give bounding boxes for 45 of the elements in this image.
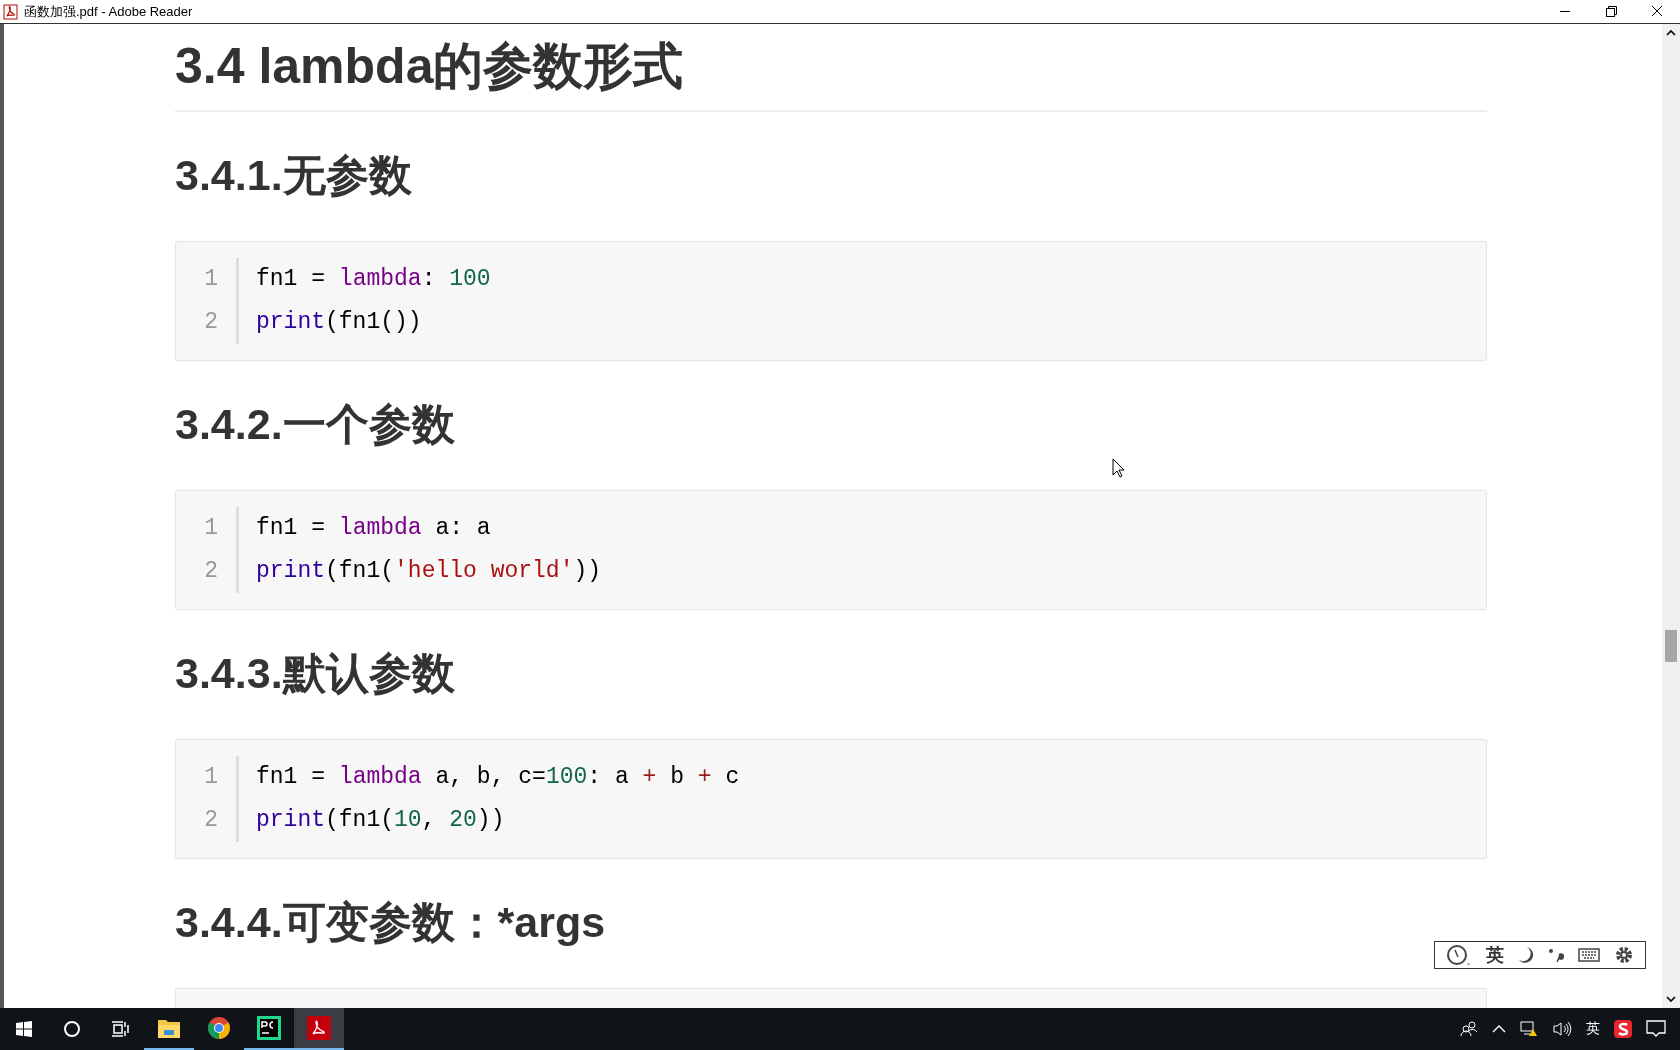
moon-icon[interactable] (1518, 946, 1534, 964)
network-warning-icon[interactable] (1520, 1021, 1538, 1037)
section-heading: 3.4.4.可变参数：*args (175, 897, 607, 947)
punctuation-icon[interactable] (1548, 946, 1564, 964)
sogou-input-icon[interactable] (1614, 1020, 1632, 1038)
code-line: print(fn1()) (255, 308, 422, 337)
speaker-icon[interactable] (1552, 1021, 1572, 1037)
code-line: fn1 = lambda: 100 (255, 265, 491, 294)
mouse-pointer-icon (1112, 458, 1125, 478)
folder-icon (157, 1017, 181, 1039)
keyboard-icon[interactable] (1578, 947, 1600, 963)
circle-icon (63, 1020, 81, 1038)
code-line: fn1 = lambda a: a (255, 514, 491, 543)
gauge-icon[interactable] (1446, 944, 1472, 966)
pdf-document-icon (3, 3, 19, 20)
section-heading: 3.4.1.无参数 (175, 150, 413, 200)
line-number: 1 (176, 258, 239, 301)
code-line: print(fn1(10, 20)) (255, 806, 505, 835)
task-view-icon (111, 1020, 129, 1038)
scroll-down-icon[interactable] (1666, 995, 1676, 1003)
scrollbar[interactable] (1662, 24, 1680, 1008)
scrollbar-thumb[interactable] (1665, 630, 1677, 662)
scroll-up-icon[interactable] (1666, 29, 1676, 37)
acrobat-taskbar-button[interactable] (294, 1008, 344, 1050)
line-number: 2 (176, 301, 239, 344)
line-number: 1 (176, 756, 239, 799)
ide-logo-icon (257, 1016, 281, 1040)
input-mode-toggle[interactable]: 英 (1486, 943, 1504, 967)
settings-icon[interactable] (1614, 945, 1634, 965)
line-number: 2 (176, 799, 239, 842)
pdf-logo-icon (307, 1016, 331, 1040)
windows-logo-icon (16, 1021, 32, 1037)
window-title: 函数加强.pdf - Adobe Reader (24, 2, 193, 21)
code-line: fn1 = lambda a, b, c=100: a + b + c (255, 763, 740, 792)
line-number: 1 (176, 507, 239, 550)
section-heading: 3.4.3.默认参数 (175, 648, 456, 698)
people-icon[interactable] (1460, 1021, 1478, 1037)
notification-icon[interactable] (1646, 1020, 1666, 1038)
section-heading: 3.4.2.一个参数 (175, 399, 456, 449)
code-line: print(fn1('hello world')) (255, 557, 602, 586)
input-mode-indicator[interactable]: 英 (1586, 1020, 1600, 1038)
line-number: 2 (176, 550, 239, 593)
browser-logo-icon (207, 1016, 231, 1040)
page-heading: 3.4 lambda的参数形式 (175, 38, 1487, 112)
chevron-up-icon[interactable] (1492, 1024, 1506, 1034)
